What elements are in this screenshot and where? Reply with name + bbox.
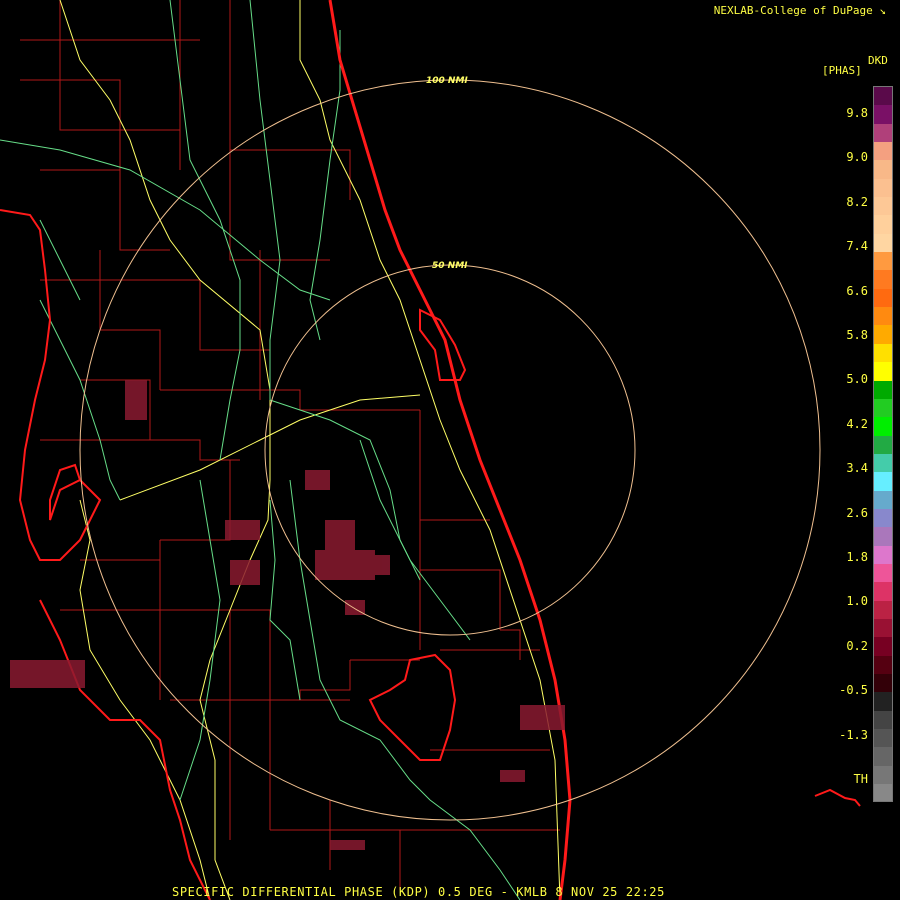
color-scale-label: 6.6 bbox=[846, 283, 868, 298]
color-scale-swatch bbox=[874, 197, 892, 216]
color-scale-swatch bbox=[874, 655, 892, 674]
color-scale-swatch bbox=[874, 435, 892, 454]
color-scale-label: 3.4 bbox=[846, 461, 868, 476]
color-scale-swatch bbox=[874, 618, 892, 638]
color-scale-swatch bbox=[874, 178, 892, 198]
color-scale-swatch bbox=[874, 270, 892, 289]
color-scale-swatch bbox=[874, 747, 892, 766]
radar-map-canvas: 50 NMI 100 NMI bbox=[0, 0, 861, 900]
color-scale-swatch bbox=[874, 160, 892, 179]
color-scale-swatch bbox=[874, 142, 892, 161]
color-scale-swatch bbox=[874, 637, 892, 656]
color-scale-swatch bbox=[874, 417, 892, 436]
color-scale-swatch bbox=[874, 582, 892, 601]
color-scale-swatch bbox=[874, 508, 892, 528]
color-scale-swatch bbox=[874, 325, 892, 344]
color-scale-swatch bbox=[874, 453, 892, 473]
credit-label: NEXLAB-College of DuPage bbox=[713, 4, 873, 17]
color-scale-swatch bbox=[874, 362, 892, 381]
color-scale-swatch bbox=[874, 233, 892, 253]
color-scale-swatch bbox=[874, 398, 892, 418]
color-scale-swatch bbox=[874, 472, 892, 491]
color-scale-swatch bbox=[874, 343, 892, 363]
color-scale-label: 4.2 bbox=[846, 416, 868, 431]
color-scale-swatch bbox=[874, 563, 892, 583]
color-scale-label: 5.0 bbox=[846, 372, 868, 387]
color-scale-label: 1.8 bbox=[846, 550, 868, 564]
radar-echoes bbox=[10, 380, 565, 850]
legend-unit-right: DKD bbox=[868, 54, 888, 67]
ring-label-100: 100 NMI bbox=[426, 76, 468, 86]
nexlab-logo-icon: ↘ bbox=[879, 4, 886, 17]
color-scale-swatch bbox=[874, 288, 892, 308]
color-scale-label: 7.4 bbox=[846, 239, 868, 254]
credit-text: NEXLAB-College of DuPage ↘ bbox=[714, 4, 886, 17]
color-scale-swatch bbox=[874, 307, 892, 326]
color-scale-label: 2.6 bbox=[846, 505, 868, 520]
coastline bbox=[0, 0, 861, 900]
color-scale-swatch bbox=[874, 215, 892, 234]
color-scale-label: 5.8 bbox=[846, 328, 868, 342]
color-scale-swatch bbox=[874, 600, 892, 619]
color-scale-label: -1.3 bbox=[839, 727, 868, 742]
color-scale-swatch bbox=[874, 784, 892, 801]
color-scale-label: 1.0 bbox=[846, 594, 868, 609]
radar-map-view: 50 NMI 100 NMI NEXLAB-College of DuPage … bbox=[0, 0, 900, 900]
color-scale-label: 8.2 bbox=[846, 194, 868, 209]
color-scale-swatch bbox=[874, 105, 892, 124]
color-scale-label: 9.0 bbox=[846, 150, 868, 165]
color-scale-swatch bbox=[874, 545, 892, 564]
color-scale-swatch bbox=[874, 765, 892, 785]
color-scale-swatch bbox=[874, 87, 892, 106]
color-scale-swatch bbox=[874, 380, 892, 399]
color-scale-label: TH bbox=[853, 772, 868, 786]
legend-unit-left: [PHAS] bbox=[822, 64, 862, 77]
product-footer: SPECIFIC DIFFERENTIAL PHASE (KDP) 0.5 DE… bbox=[172, 885, 665, 899]
color-scale-swatch bbox=[874, 490, 892, 509]
color-scale-label: -0.5 bbox=[839, 683, 868, 698]
color-scale-swatch bbox=[874, 692, 892, 711]
range-rings bbox=[79, 79, 821, 821]
color-scale-swatch bbox=[874, 527, 892, 546]
color-scale-bar bbox=[873, 86, 893, 802]
ring-100-nmi bbox=[79, 79, 821, 821]
ring-label-50: 50 NMI bbox=[432, 261, 468, 271]
color-scale-label: 0.2 bbox=[846, 638, 868, 653]
color-scale-swatch bbox=[874, 710, 892, 730]
color-scale-swatch bbox=[874, 729, 892, 748]
color-scale-swatch bbox=[874, 252, 892, 271]
color-scale-swatch bbox=[874, 123, 892, 143]
color-scale-label: 9.8 bbox=[846, 106, 868, 120]
color-scale-swatch bbox=[874, 674, 892, 693]
